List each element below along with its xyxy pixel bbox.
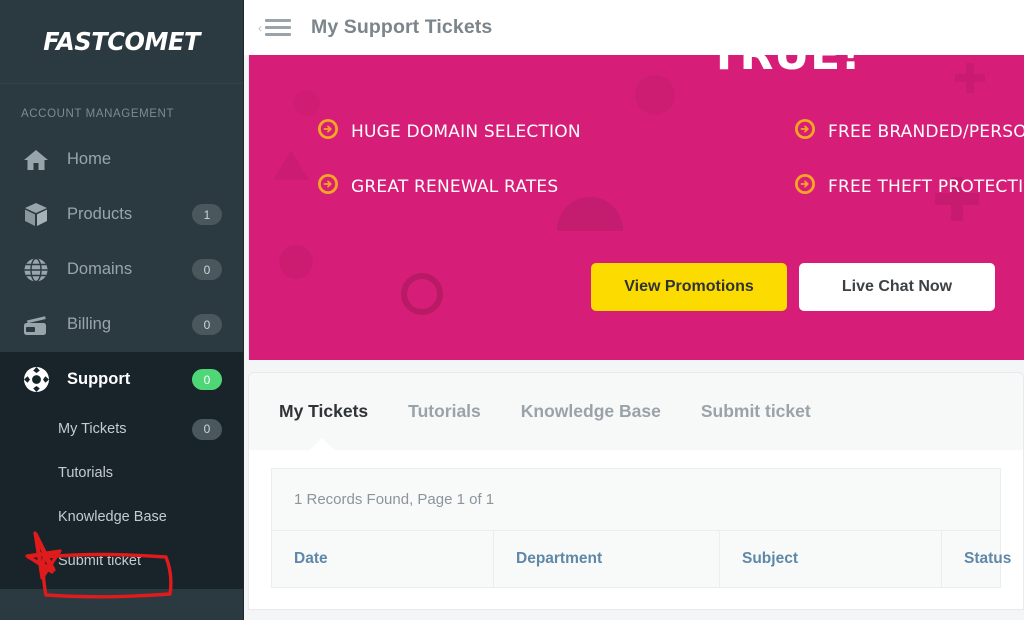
banner-feature-text: FREE BRANDED/PERSONAL — [828, 121, 1024, 142]
sidebar-subitem-label: My Tickets — [58, 421, 127, 437]
sidebar-item-label: Home — [67, 150, 112, 168]
records-summary-bar: 1 Records Found, Page 1 of 1 — [271, 468, 1001, 530]
brand-logo[interactable]: FASTCOMET — [0, 0, 243, 84]
top-bar: ‹ My Support Tickets — [244, 0, 1024, 55]
decorative-triangle — [273, 150, 309, 180]
tickets-panel: 1 Records Found, Page 1 of 1 Date Depart… — [248, 450, 1024, 610]
lifering-icon — [21, 366, 51, 394]
banner-feature-list-left: HUGE DOMAIN SELECTION GREAT RENEWAL RATE… — [317, 118, 581, 228]
tab-my-tickets[interactable]: My Tickets — [279, 401, 368, 422]
tab-submit-ticket[interactable]: Submit ticket — [701, 401, 811, 422]
decorative-circle — [294, 90, 320, 116]
column-header-date[interactable]: Date — [272, 531, 494, 587]
column-header-status[interactable]: Status — [942, 531, 1011, 587]
tab-bar: My Tickets Tutorials Knowledge Base Subm… — [248, 372, 1024, 451]
sidebar-item-home[interactable]: Home — [0, 132, 243, 187]
sidebar-item-knowledge-base[interactable]: Knowledge Base — [0, 495, 243, 539]
box-icon — [21, 201, 51, 229]
banner-actions: View Promotions Live Chat Now — [591, 263, 995, 311]
home-icon — [21, 146, 51, 174]
hamburger-icon[interactable] — [265, 15, 291, 40]
globe-icon — [21, 256, 51, 284]
sidebar-item-label: Domains — [67, 260, 133, 278]
live-chat-now-button[interactable]: Live Chat Now — [799, 263, 995, 311]
active-tab-pointer — [309, 438, 335, 451]
chevron-left-icon[interactable]: ‹ — [258, 22, 262, 34]
sidebar: FASTCOMET ACCOUNT MANAGEMENT Home Produc… — [0, 0, 243, 620]
sidebar-submenu-support: My Tickets 0 Tutorials Knowledge Base Su… — [0, 407, 243, 589]
sidebar-item-submit-ticket[interactable]: Submit ticket — [0, 539, 243, 583]
sidebar-item-label: Support — [67, 370, 131, 388]
main-content: ‹ My Support Tickets TRUE! — [243, 0, 1024, 620]
sidebar-item-support[interactable]: Support 0 — [0, 352, 243, 407]
sidebar-badge: 0 — [192, 314, 222, 335]
tickets-table-header: Date Department Subject Status — [271, 530, 1011, 588]
credit-card-icon — [21, 311, 51, 339]
sidebar-footer — [0, 604, 243, 620]
sidebar-badge: 0 — [192, 259, 222, 280]
decorative-circle — [635, 75, 675, 115]
banner-heading: TRUE! — [709, 55, 861, 80]
banner-feature-text: GREAT RENEWAL RATES — [351, 176, 559, 197]
arrow-circle-icon — [317, 173, 339, 200]
decorative-ring — [401, 273, 443, 315]
promo-banner-wrapper: TRUE! HUGE DOMAIN SELECTION — [244, 55, 1024, 360]
arrow-circle-icon — [794, 118, 816, 145]
banner-feature: HUGE DOMAIN SELECTION — [317, 118, 581, 145]
banner-feature: FREE BRANDED/PERSONAL — [794, 118, 1024, 145]
sidebar-item-tutorials[interactable]: Tutorials — [0, 451, 243, 495]
column-header-subject[interactable]: Subject — [720, 531, 942, 587]
application-window: FASTCOMET ACCOUNT MANAGEMENT Home Produc… — [0, 0, 1024, 620]
tab-knowledge-base[interactable]: Knowledge Base — [521, 401, 661, 422]
arrow-circle-icon — [794, 173, 816, 200]
sidebar-section-label: ACCOUNT MANAGEMENT — [21, 108, 175, 120]
sidebar-item-billing[interactable]: Billing 0 — [0, 297, 243, 352]
sidebar-badge: 0 — [192, 369, 222, 390]
sidebar-item-products[interactable]: Products 1 — [0, 187, 243, 242]
sidebar-item-domains[interactable]: Domains 0 — [0, 242, 243, 297]
decorative-plus — [955, 63, 985, 93]
sidebar-subitem-label: Submit ticket — [58, 553, 141, 569]
sidebar-subitem-label: Tutorials — [58, 465, 114, 481]
sidebar-badge: 1 — [192, 204, 222, 225]
page-title: My Support Tickets — [311, 16, 493, 38]
decorative-circle — [279, 245, 313, 279]
promo-banner[interactable]: TRUE! HUGE DOMAIN SELECTION — [248, 55, 1024, 360]
banner-feature-text: FREE THEFT PROTECTION — [828, 176, 1024, 197]
banner-feature-list-right: FREE BRANDED/PERSONAL FREE THEFT PROTECT… — [794, 118, 1024, 228]
brand-logo-text: FASTCOMET — [43, 27, 200, 56]
sidebar-item-label: Products — [67, 205, 133, 223]
sidebar-subitem-label: Knowledge Base — [58, 509, 167, 525]
banner-feature-text: HUGE DOMAIN SELECTION — [351, 121, 581, 142]
sidebar-badge: 0 — [192, 418, 222, 440]
sidebar-item-label: Billing — [67, 315, 112, 333]
banner-feature: GREAT RENEWAL RATES — [317, 173, 581, 200]
sidebar-item-my-tickets[interactable]: My Tickets 0 — [0, 407, 243, 451]
view-promotions-button[interactable]: View Promotions — [591, 263, 787, 311]
arrow-circle-icon — [317, 118, 339, 145]
records-found-text: 1 Records Found, Page 1 of 1 — [294, 491, 495, 508]
tab-tutorials[interactable]: Tutorials — [408, 401, 481, 422]
banner-feature: FREE THEFT PROTECTION — [794, 173, 1024, 200]
column-header-department[interactable]: Department — [494, 531, 720, 587]
